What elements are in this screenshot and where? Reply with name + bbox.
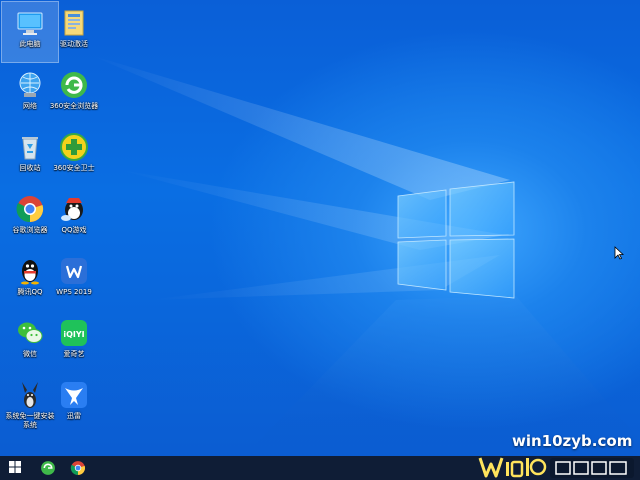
desktop-icon-label: WPS 2019 [56, 288, 92, 296]
chrome-icon [70, 461, 86, 475]
desktop-icon-label: 360安全卫士 [53, 164, 95, 172]
wps-icon [59, 256, 89, 286]
start-button[interactable] [0, 456, 32, 480]
windows-start-icon [9, 461, 21, 473]
wechat-icon [15, 318, 45, 348]
desktop-icon-driver-activate[interactable]: 驱动激活 [46, 2, 102, 62]
installer-icon [15, 380, 45, 410]
desktop-icon-360-security[interactable]: 360安全卫士 [46, 126, 102, 186]
desktop-icon-qq-game[interactable]: QQ游戏 [46, 188, 102, 248]
windows-logo-wallpaper [397, 181, 515, 299]
security-360-icon [59, 132, 89, 162]
taskbar-chrome-button[interactable] [62, 456, 92, 480]
computer-icon [15, 8, 45, 38]
desktop-icon-label: 360安全浏览器 [49, 102, 99, 110]
folder-icon [59, 8, 89, 38]
network-icon [15, 70, 45, 100]
browser-360-icon [41, 461, 55, 475]
brand-logo-watermark [478, 457, 634, 478]
qq-game-icon [59, 194, 89, 224]
watermark-text: win10zyb.com [512, 432, 633, 450]
qq-icon [15, 256, 45, 286]
desktop-icon-label: 驱动激活 [60, 40, 88, 48]
iqiyi-icon: iQIYI [59, 318, 89, 348]
desktop-icon-thunder[interactable]: 迅雷 [46, 374, 102, 434]
desktop-icon-label: 爱奇艺 [63, 350, 85, 358]
mouse-cursor-icon [614, 246, 624, 260]
desktop-icon-wps[interactable]: WPS 2019 [46, 250, 102, 310]
desktop-icon-label: QQ游戏 [61, 226, 87, 234]
svg-text:iQIYI: iQIYI [63, 330, 84, 339]
desktop-icon-360-browser[interactable]: 360安全浏览器 [46, 64, 102, 124]
desktop[interactable]: 此电脑 驱动激活 网络 360安全浏览器 回收站 360安全卫士 谷歌浏览器 Q… [0, 0, 640, 480]
browser-360-icon [59, 70, 89, 100]
desktop-icon-label: 迅雷 [67, 412, 81, 420]
thunder-icon [59, 380, 89, 410]
recycle-bin-icon [15, 132, 45, 162]
taskbar-360-browser-button[interactable] [32, 456, 62, 480]
desktop-icon-iqiyi[interactable]: iQIYI 爱奇艺 [46, 312, 102, 372]
chrome-icon [15, 194, 45, 224]
